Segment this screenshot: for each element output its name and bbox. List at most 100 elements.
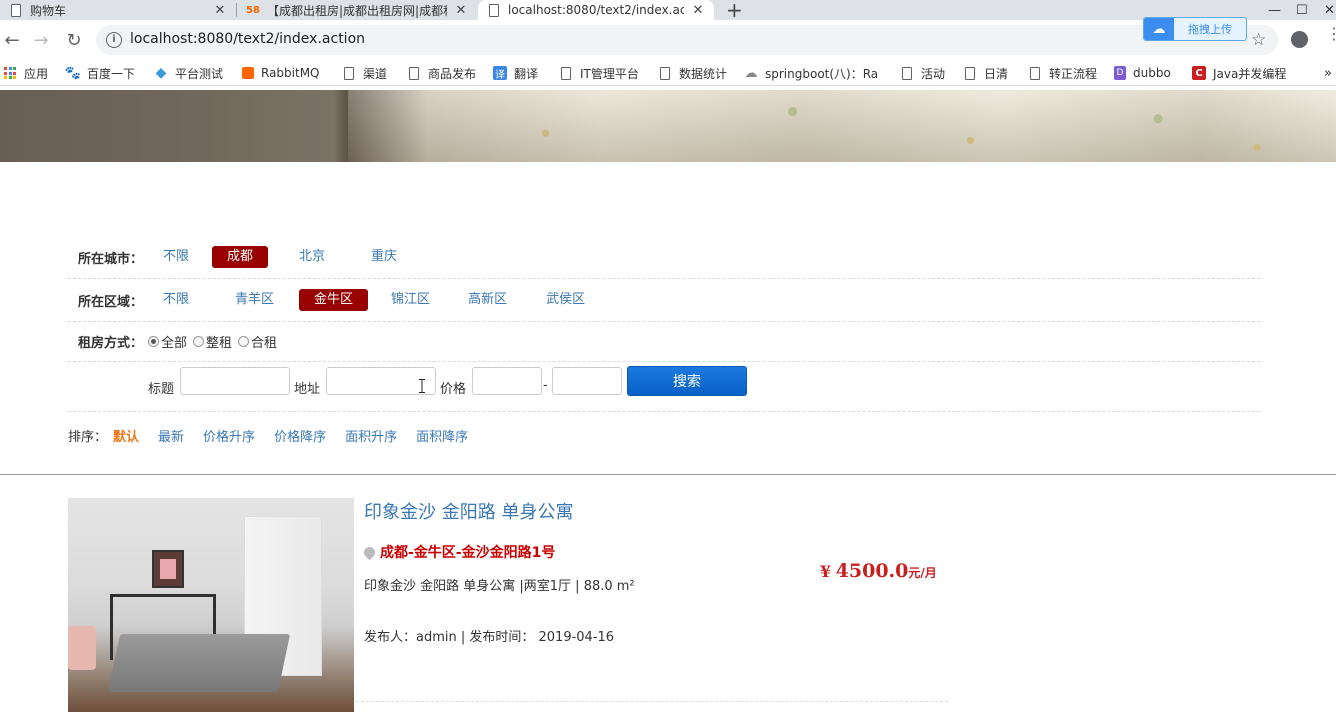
sort-option-default[interactable]: 默认 [113,426,139,445]
district-option-qingyang[interactable]: 青羊区 [220,289,289,311]
district-option-gaoxin[interactable]: 高新区 [453,289,522,311]
bookmark-product-publish[interactable]: 商品发布 [407,64,476,82]
bookmark-activity[interactable]: 活动 [900,64,945,82]
document-icon [488,3,500,17]
listing-bottom-divider [356,701,948,702]
price-max-input[interactable] [552,367,622,395]
document-icon [963,66,977,80]
title-input[interactable] [180,367,290,395]
document-icon [407,66,421,80]
bookmark-springboot[interactable]: ☁ springboot(八)：Ra [744,64,879,82]
bookmark-dubbo[interactable]: D dubbo [1114,64,1171,82]
rent-type-radio-shared[interactable]: 合租 [238,332,277,351]
sort-option-area-asc[interactable]: 面积升序 [345,426,397,445]
tab-cart[interactable]: 购物车 ✕ [0,0,236,20]
bookmark-label: 平台测试 [175,66,224,81]
district-option-jinjiang[interactable]: 锦江区 [376,289,445,311]
search-button[interactable]: 搜索 [627,366,747,396]
radio-button[interactable] [193,336,205,347]
city-option-chengdu[interactable]: 成都 [212,246,269,268]
sort-option-price-desc[interactable]: 价格降序 [274,426,326,445]
sort-option-price-asc[interactable]: 价格升序 [203,426,255,445]
bookmark-data-stats[interactable]: 数据统计 [658,64,727,82]
close-tab-icon[interactable]: ✕ [690,3,706,18]
close-tab-icon[interactable]: ✕ [453,3,469,18]
bookmark-channel[interactable]: 渠道 [342,64,387,82]
rent-type-radio-whole[interactable]: 整租 [193,332,232,351]
tab-title: 购物车 [30,3,67,18]
window-close-icon[interactable]: ✕ [1324,0,1335,20]
address-field-label: 地址 [294,382,321,397]
profile-avatar-icon[interactable] [1291,31,1308,48]
city-option-chongqing[interactable]: 重庆 [356,246,412,268]
baidu-upload-widget[interactable]: ☁ 拖拽上传 [1143,17,1247,41]
bookmark-label: 百度一下 [87,66,136,81]
bookmarks-overflow-button[interactable]: » [1324,64,1332,82]
address-bar[interactable]: i localhost:8080/text2/index.action [96,25,1278,55]
radio-button[interactable] [238,336,250,347]
photo-mattress [107,634,291,692]
bookmark-label: 转正流程 [1049,66,1098,81]
bookmark-it-platform[interactable]: IT管理平台 [559,64,639,82]
bookmark-label: Java并发编程 [1213,66,1287,81]
listing-publisher: 发布人：admin | 发布时间： 2019-04-16 [364,630,615,645]
document-icon [342,66,356,80]
bookmark-daily[interactable]: 日清 [963,64,1008,82]
district-filter-row: 所在区域： 不限 青羊区 金牛区 锦江区 高新区 武侯区 [68,279,1260,322]
document-icon [1028,66,1042,80]
bookmark-regularization[interactable]: 转正流程 [1028,64,1097,82]
new-tab-button[interactable]: + [726,0,743,22]
price-min-input[interactable] [472,367,542,395]
bookmark-java-concurrency[interactable]: C Java并发编程 [1192,64,1286,82]
section-divider [0,474,1336,475]
bookmark-platform-test[interactable]: ◆ 平台测试 [154,64,223,82]
currency-symbol: ¥ [820,562,832,581]
district-filter-label: 所在区域： [78,294,144,310]
listing-address-text: 成都-金牛区-金沙金阳路1号 [380,545,556,561]
back-arrow-icon[interactable]: ← [0,28,24,52]
bookmark-label: 活动 [921,66,946,81]
maximize-icon[interactable]: ☐ [1296,0,1308,20]
bookmark-rabbitmq[interactable]: RabbitMQ [242,64,320,82]
city-filter-label: 所在城市： [78,251,144,267]
bookmark-label: IT管理平台 [580,66,639,81]
tab-title: localhost:8080/text2/index.action [508,3,684,17]
sort-label: 排序： [68,429,108,445]
tab-58-rental[interactable]: 58 【成都出租房|成都出租房网|成都租房信息 ✕ [237,0,477,20]
radio-label: 合租 [251,336,278,351]
diamond-icon: ◆ [155,65,167,81]
close-tab-icon[interactable]: ✕ [212,3,228,18]
sort-option-newest[interactable]: 最新 [158,426,184,445]
listing-photo[interactable] [68,498,354,712]
district-option-jinniu[interactable]: 金牛区 [299,289,369,311]
sort-option-area-desc[interactable]: 面积降序 [416,426,468,445]
rent-type-radio-all[interactable]: 全部 [148,332,187,351]
district-option-any[interactable]: 不限 [148,289,204,311]
reload-icon[interactable]: ↻ [62,28,86,52]
radio-button[interactable] [148,336,159,347]
radio-label: 整租 [206,336,233,351]
browser-menu-icon[interactable]: ⋮ [1326,26,1336,42]
minimize-icon[interactable]: — [1268,0,1281,20]
site-58-icon: 58 [246,4,260,16]
bookmark-baidu[interactable]: 🐾 百度一下 [65,64,136,82]
translate-icon: 译 [493,66,507,81]
site-info-icon[interactable]: i [106,32,122,48]
tab-localhost[interactable]: localhost:8080/text2/index.action ✕ [478,0,714,20]
document-icon [900,66,914,80]
banner-shadow [0,90,348,162]
price-value: 4500.0 [835,560,909,582]
forward-arrow-icon[interactable]: → [29,28,53,52]
csdn-icon: C [1192,66,1206,80]
bookmark-translate[interactable]: 译 翻译 [493,64,538,82]
url-text[interactable]: localhost:8080/text2/index.action [130,31,365,47]
listing-title-link[interactable]: 印象金沙 金阳路 单身公寓 [364,498,573,524]
cloud-icon: ☁ [1144,18,1174,40]
district-option-wuhou[interactable]: 武侯区 [531,289,600,311]
bookmark-star-icon[interactable]: ☆ [1251,30,1266,50]
city-option-any[interactable]: 不限 [148,246,204,268]
city-option-beijing[interactable]: 北京 [284,246,340,268]
bookmark-apps[interactable]: 应用 [3,64,48,82]
listing-description: 印象金沙 金阳路 单身公寓 |两室1厅 | 88.0 m² [364,579,635,594]
bookmark-label: 翻译 [514,66,539,81]
